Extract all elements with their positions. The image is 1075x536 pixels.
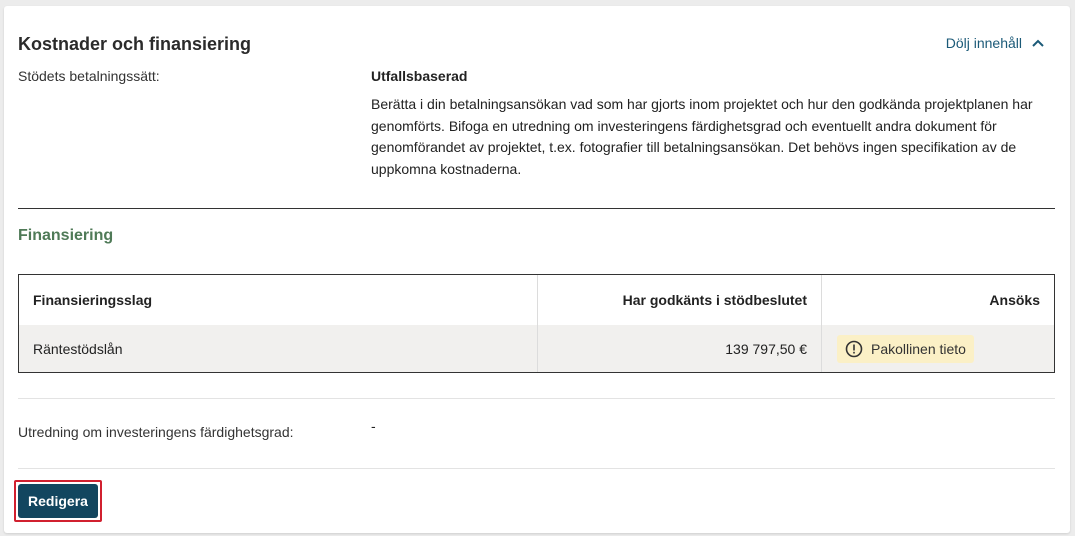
divider	[18, 468, 1055, 469]
payment-method-value-block: Utfallsbaserad Berätta i din betalningsa…	[371, 68, 1061, 180]
column-header-applied: Ansöks	[821, 275, 1054, 325]
financing-table: Finansieringsslag Har godkänts i stödbes…	[18, 274, 1055, 373]
investment-readiness-label: Utredning om investeringens färdighetsgr…	[18, 424, 294, 440]
payment-method-value: Utfallsbaserad	[371, 68, 468, 84]
payment-method-label: Stödets betalningssätt:	[18, 68, 160, 84]
column-header-approved: Har godkänts i stödbeslutet	[537, 275, 821, 325]
required-info-text: Pakollinen tieto	[871, 340, 966, 357]
applied-cell: Pakollinen tieto	[821, 325, 1054, 372]
hide-content-toggle[interactable]: Dölj innehåll	[946, 35, 1044, 51]
section-title: Kostnader och finansiering	[18, 34, 252, 54]
financing-heading: Finansiering	[18, 227, 114, 244]
required-info-badge: Pakollinen tieto	[837, 334, 974, 363]
approved-amount-cell: 139 797,50 €	[537, 325, 821, 372]
exclamation-circle-icon	[845, 340, 863, 358]
hide-content-label: Dölj innehåll	[945, 35, 1022, 51]
financing-type-cell: Räntestödslån	[33, 340, 123, 357]
chevron-up-icon	[1032, 39, 1044, 47]
investment-readiness-value: -	[371, 418, 376, 434]
payment-method-description: Berätta i din betalningsansökan vad som …	[371, 96, 1033, 177]
edit-button[interactable]: Redigera	[18, 484, 98, 518]
table-row: Räntestödslån 139 797,50 € Pakollinen ti…	[19, 325, 1054, 372]
costs-financing-card: Kostnader och finansiering Dölj innehåll…	[4, 6, 1070, 533]
table-header-row: Finansieringsslag Har godkänts i stödbes…	[19, 275, 1054, 325]
divider	[18, 398, 1055, 399]
section-divider	[18, 208, 1055, 209]
section-header: Kostnader och finansiering Dölj innehåll	[18, 34, 1056, 58]
column-header-financing-type: Finansieringsslag	[33, 292, 153, 308]
